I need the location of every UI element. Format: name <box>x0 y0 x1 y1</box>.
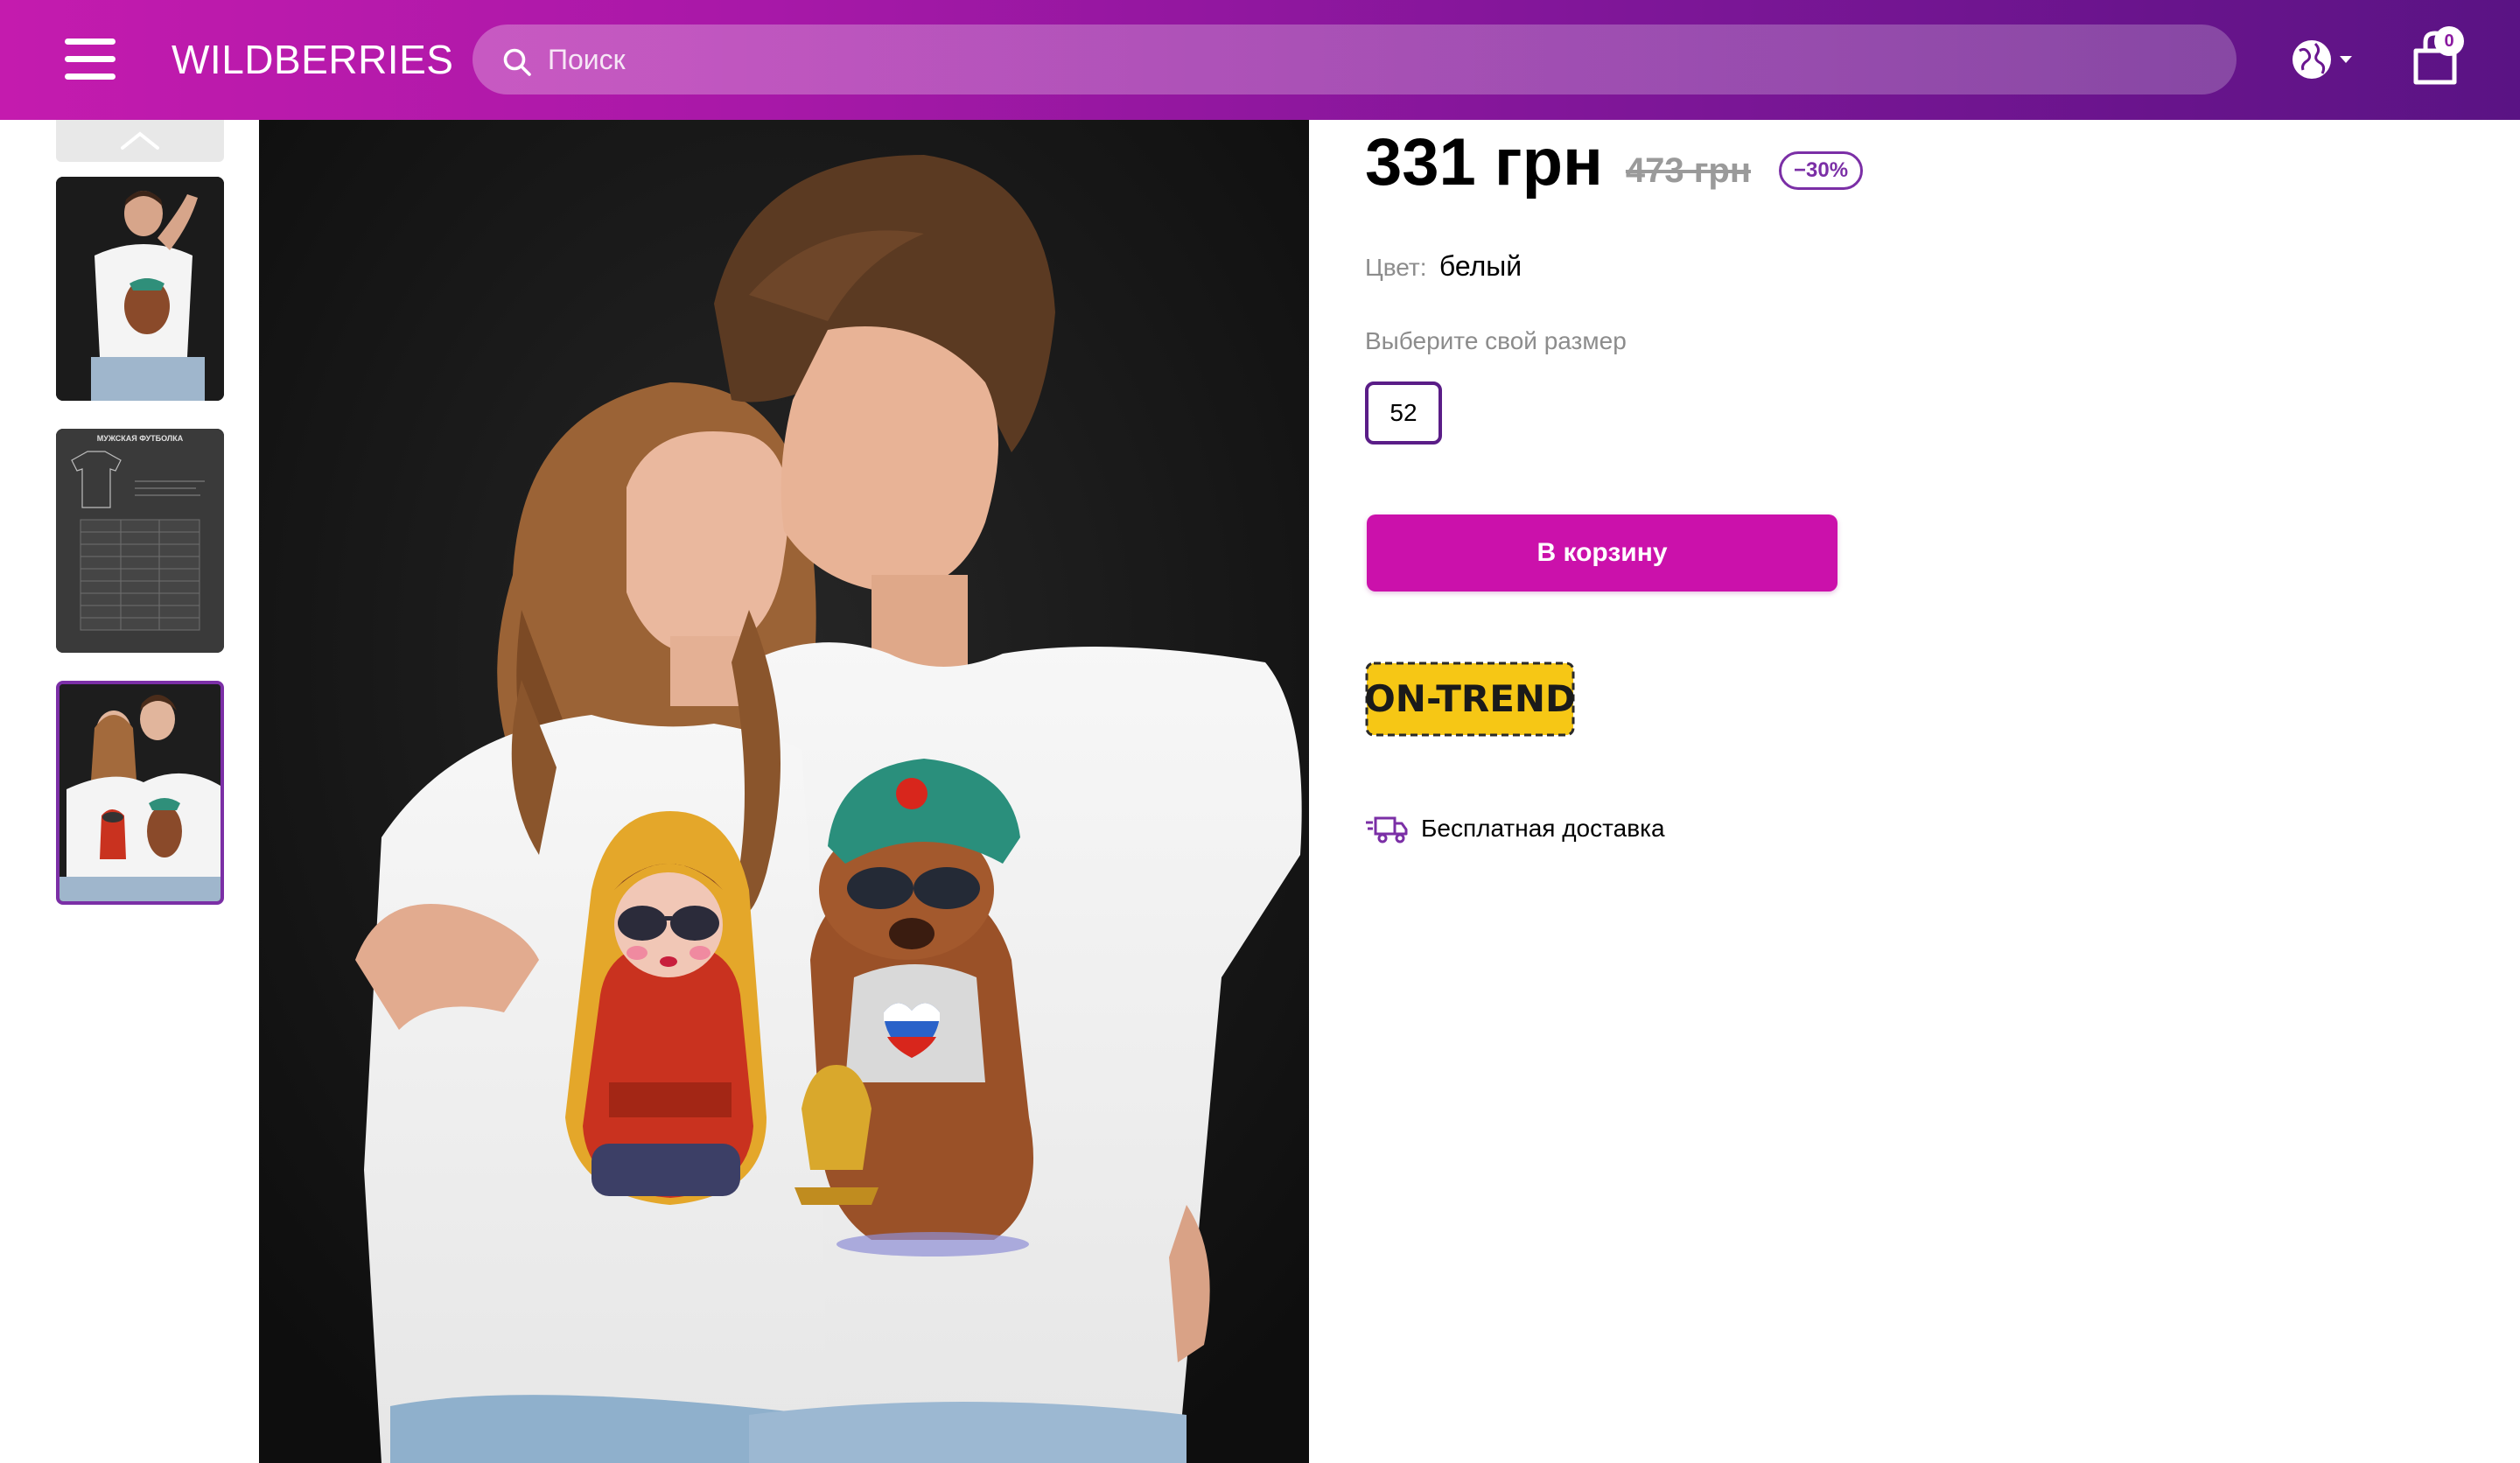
current-price: 331 грн <box>1365 125 1603 200</box>
thumbnail-photo-man <box>56 177 224 401</box>
color-value: белый <box>1438 250 1522 282</box>
add-to-cart-button[interactable]: В корзину <box>1367 514 1838 592</box>
main-product-image[interactable] <box>259 120 1309 1463</box>
size-chart-image: МУЖСКАЯ ФУТБОЛКА <box>56 429 224 653</box>
globe-icon[interactable] <box>2291 35 2359 84</box>
top-header: WILDBERRIES 0 <box>0 0 2520 120</box>
bear-print <box>794 759 1033 1256</box>
search-bar[interactable] <box>472 24 2236 94</box>
size-option-52[interactable]: 52 <box>1365 382 1442 444</box>
cart-count-badge: 0 <box>2434 26 2464 56</box>
discount-badge: −30% <box>1779 151 1864 190</box>
product-photo-couple-tshirts <box>259 120 1309 1463</box>
free-delivery-row: Бесплатная доставка <box>1365 808 1665 849</box>
delivery-truck-icon <box>1366 816 1408 844</box>
delivery-text: Бесплатная доставка <box>1421 815 1665 842</box>
gallery-thumbnail-2-size-chart[interactable]: МУЖСКАЯ ФУТБОЛКА <box>56 429 224 653</box>
on-trend-text: ON-TREND <box>1365 677 1575 720</box>
gallery-thumbnail-1[interactable] <box>56 177 224 401</box>
color-label: Цвет: <box>1365 254 1427 281</box>
cart-button[interactable]: 0 <box>2404 26 2466 88</box>
size-label: Выберите свой размер <box>1365 327 1627 354</box>
gallery-scroll-up-button[interactable] <box>56 120 224 162</box>
chevron-up-icon <box>121 131 159 150</box>
size-chart-title: МУЖСКАЯ ФУТБОЛКА <box>97 434 184 443</box>
gallery-thumbnail-3-selected[interactable] <box>56 681 224 905</box>
old-price: 473 грн <box>1625 150 1752 190</box>
on-trend-badge: ON-TREND <box>1365 662 1575 737</box>
burger-menu-icon[interactable] <box>65 38 116 80</box>
price-row: 331 грн 473 грн −30% <box>1365 125 1864 200</box>
search-icon[interactable] <box>502 47 532 77</box>
thumbnail-photo-couple <box>60 684 220 901</box>
search-input[interactable] <box>548 24 2193 94</box>
wildberries-logo[interactable]: WILDBERRIES <box>172 35 453 84</box>
color-row: Цвет: белый <box>1365 248 1522 285</box>
